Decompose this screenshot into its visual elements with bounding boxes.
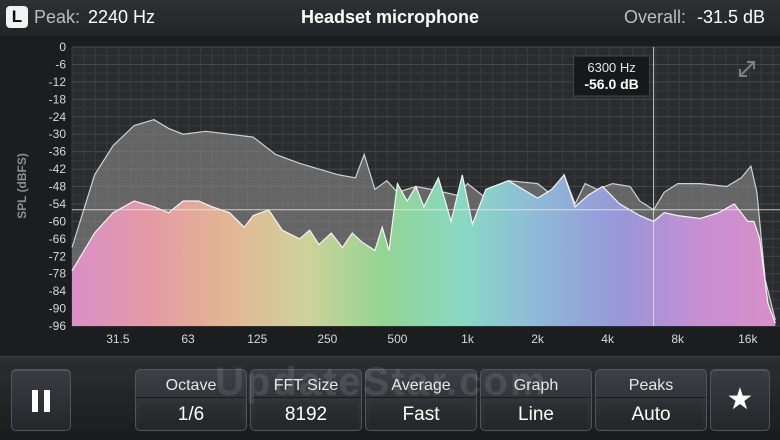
x-tick-label: 2k (531, 332, 545, 346)
header-bar: L Peak: 2240 Hz Headset microphone Overa… (0, 0, 780, 36)
y-tick-label: -6 (55, 57, 66, 71)
x-tick-label: 125 (247, 332, 267, 346)
overall-value: -31.5 dB (697, 7, 766, 27)
y-tick-label: -66 (49, 232, 67, 246)
peaks-label: Peaks (596, 375, 706, 398)
cursor-frequency: 6300 Hz (587, 60, 635, 75)
y-tick-label: -36 (49, 145, 67, 159)
peaks-control[interactable]: Peaks Auto (595, 369, 707, 431)
y-tick-label: -90 (49, 302, 67, 316)
graph-value[interactable]: Line (485, 402, 587, 428)
x-tick-label: 16k (738, 332, 758, 346)
y-axis-label: SPL (dBFS) (15, 153, 29, 219)
star-icon: ★ (726, 383, 754, 416)
x-tick-label: 250 (317, 332, 337, 346)
fft-size-value[interactable]: 8192 (255, 402, 357, 428)
y-tick-label: -60 (49, 214, 67, 228)
y-tick-label: -30 (49, 127, 67, 141)
y-tick-label: -42 (49, 162, 67, 176)
x-tick-label: 4k (601, 332, 615, 346)
spectrum-chart[interactable]: 0 -6 -12 -18 -24 -30 -36 -42 -48 -54 -60 -66 -72 -78 -… (0, 36, 780, 356)
x-tick-label: 63 (181, 332, 195, 346)
x-axis: 31.5 63 125 250 500 1k 2k 4k 8k 16k (106, 332, 758, 346)
pause-icon (32, 390, 38, 412)
y-tick-label: -96 (49, 319, 67, 333)
x-tick-label: 8k (671, 332, 685, 346)
y-tick-label: -84 (49, 284, 67, 298)
peaks-value[interactable]: Auto (600, 402, 702, 428)
y-tick-label: -24 (49, 110, 67, 124)
pause-button[interactable] (11, 369, 71, 431)
cursor-level: -56.0 dB (584, 76, 638, 92)
average-value[interactable]: Fast (370, 402, 472, 428)
y-axis: 0 -6 -12 -18 -24 -30 -36 -42 -48 -54 -60 -66 -72 -78 -… (49, 40, 67, 333)
x-tick-label: 31.5 (106, 332, 130, 346)
favorites-button[interactable]: ★ (710, 369, 770, 431)
pause-icon-right (44, 390, 50, 412)
watermark: UpdateStar.com (215, 360, 548, 404)
y-tick-label: -72 (49, 249, 67, 263)
y-tick-label: -12 (49, 75, 67, 89)
octave-value[interactable]: 1/6 (140, 402, 242, 428)
y-tick-label: 0 (59, 40, 66, 54)
y-tick-label: -54 (49, 197, 67, 211)
y-tick-label: -48 (49, 180, 67, 194)
x-tick-label: 1k (461, 332, 475, 346)
y-tick-label: -18 (49, 92, 67, 106)
overall-label: Overall: (624, 7, 687, 27)
x-tick-label: 500 (387, 332, 407, 346)
y-tick-label: -78 (49, 267, 67, 281)
